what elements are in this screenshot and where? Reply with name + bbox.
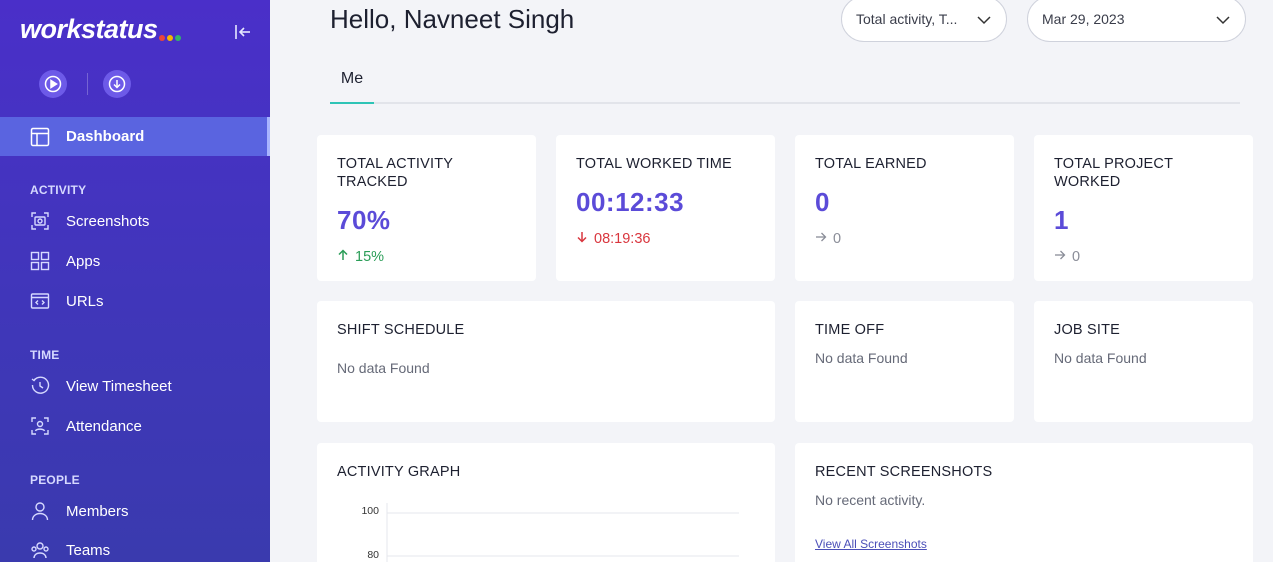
arrow-right-icon bbox=[815, 231, 827, 247]
recent-screenshots-card: RECENT SCREENSHOTS No recent activity. V… bbox=[795, 443, 1253, 562]
sidebar-item-attendance[interactable]: Attendance bbox=[0, 408, 270, 444]
section-label-people: PEOPLE bbox=[30, 473, 80, 487]
apps-grid-icon bbox=[30, 251, 50, 271]
attendance-icon bbox=[30, 416, 50, 436]
stat-title: TOTAL WORKED TIME bbox=[576, 156, 732, 172]
control-divider bbox=[87, 73, 88, 95]
sidebar-item-label: Attendance bbox=[66, 417, 142, 435]
chevron-down-icon bbox=[976, 12, 992, 28]
stat-delta: 15% bbox=[337, 249, 384, 265]
shift-schedule-card: SHIFT SCHEDULE No data Found bbox=[317, 301, 775, 422]
browser-code-icon bbox=[30, 291, 50, 311]
activity-graph-card: ACTIVITY GRAPH 100 80 bbox=[317, 443, 775, 562]
stat-delta-value: 0 bbox=[1072, 249, 1081, 265]
tabs-divider bbox=[330, 102, 1240, 104]
sidebar: workstatus Dashboard ACTIVITY Screenshot… bbox=[0, 0, 270, 562]
arrow-up-icon bbox=[337, 249, 349, 265]
stat-card-earned: TOTAL EARNED 0 0 bbox=[795, 135, 1014, 281]
arrow-right-icon bbox=[1054, 249, 1066, 265]
start-timer-button[interactable] bbox=[39, 70, 67, 98]
stat-delta: 0 bbox=[1054, 249, 1080, 265]
sidebar-item-screenshots[interactable]: Screenshots bbox=[0, 203, 270, 239]
brand-logo: workstatus bbox=[20, 14, 158, 44]
page-greeting: Hello, Navneet Singh bbox=[330, 4, 575, 34]
stat-card-worked-time: TOTAL WORKED TIME 00:12:33 08:19:36 bbox=[556, 135, 775, 281]
collapse-sidebar-icon[interactable] bbox=[233, 22, 253, 42]
card-title: RECENT SCREENSHOTS bbox=[815, 464, 993, 480]
section-label-activity: ACTIVITY bbox=[30, 183, 87, 197]
section-label-time: TIME bbox=[30, 348, 60, 362]
empty-state: No data Found bbox=[337, 360, 430, 376]
stat-delta-value: 0 bbox=[833, 231, 842, 247]
brand-logo-dots bbox=[159, 35, 181, 41]
stat-delta-value: 08:19:36 bbox=[594, 231, 651, 247]
activity-filter-value: Total activity, T... bbox=[856, 11, 958, 27]
card-title: ACTIVITY GRAPH bbox=[337, 464, 461, 480]
sidebar-item-label: Members bbox=[66, 502, 129, 520]
empty-state: No data Found bbox=[1054, 350, 1147, 366]
sidebar-item-label: Dashboard bbox=[66, 128, 145, 145]
stat-card-activity: TOTAL ACTIVITY TRACKED 70% 15% bbox=[317, 135, 536, 281]
sidebar-item-members[interactable]: Members bbox=[0, 493, 270, 529]
screenshot-icon bbox=[30, 211, 50, 231]
team-icon bbox=[30, 540, 50, 560]
active-tab-underline bbox=[330, 102, 374, 104]
sidebar-item-dashboard[interactable]: Dashboard bbox=[0, 117, 270, 156]
stat-title: TOTAL EARNED bbox=[815, 156, 927, 172]
card-title: JOB SITE bbox=[1054, 322, 1121, 338]
sidebar-item-view-timesheet[interactable]: View Timesheet bbox=[0, 368, 270, 404]
job-site-card: JOB SITE No data Found bbox=[1034, 301, 1253, 422]
date-picker-value: Mar 29, 2023 bbox=[1042, 11, 1125, 27]
stat-value: 1 bbox=[1054, 205, 1069, 235]
sidebar-item-label: Apps bbox=[66, 252, 101, 270]
date-picker-dropdown[interactable]: Mar 29, 2023 bbox=[1027, 0, 1246, 42]
chevron-down-icon bbox=[1215, 12, 1231, 28]
tab-label: Me bbox=[340, 70, 364, 87]
view-all-screenshots-link[interactable]: View All Screenshots bbox=[815, 537, 927, 551]
sidebar-item-label: Screenshots bbox=[66, 212, 150, 230]
arrow-down-icon bbox=[576, 231, 588, 247]
download-button[interactable] bbox=[103, 70, 131, 98]
stat-value: 0 bbox=[815, 187, 830, 217]
activity-filter-dropdown[interactable]: Total activity, T... bbox=[841, 0, 1007, 42]
sidebar-item-urls[interactable]: URLs bbox=[0, 283, 270, 319]
stat-title: TOTAL ACTIVITY TRACKED bbox=[337, 156, 453, 190]
tab-me[interactable]: Me bbox=[330, 70, 374, 104]
stat-card-projects: TOTAL PROJECT WORKED 1 0 bbox=[1034, 135, 1253, 281]
user-icon bbox=[30, 501, 50, 521]
sidebar-item-label: View Timesheet bbox=[66, 377, 172, 395]
stat-value: 00:12:33 bbox=[576, 187, 685, 217]
sidebar-item-apps[interactable]: Apps bbox=[0, 243, 270, 279]
sidebar-item-label: Teams bbox=[66, 541, 111, 559]
time-off-card: TIME OFF No data Found bbox=[795, 301, 1014, 422]
sidebar-item-teams[interactable]: Teams bbox=[0, 532, 270, 562]
dashboard-icon bbox=[30, 127, 50, 147]
stat-value: 70% bbox=[337, 205, 391, 235]
empty-state: No recent activity. bbox=[815, 492, 926, 508]
y-tick-label: 80 bbox=[367, 549, 379, 561]
stat-delta: 0 bbox=[815, 231, 841, 247]
stat-delta: 08:19:36 bbox=[576, 231, 650, 247]
timesheet-clock-icon bbox=[30, 376, 50, 396]
card-title: TIME OFF bbox=[815, 322, 885, 338]
stat-delta-value: 15% bbox=[355, 249, 385, 265]
card-title: SHIFT SCHEDULE bbox=[337, 322, 465, 338]
activity-graph-plot bbox=[386, 503, 739, 562]
y-tick-label: 100 bbox=[361, 505, 379, 517]
stat-title: TOTAL PROJECT WORKED bbox=[1054, 156, 1173, 190]
sidebar-item-label: URLs bbox=[66, 292, 104, 310]
empty-state: No data Found bbox=[815, 350, 908, 366]
